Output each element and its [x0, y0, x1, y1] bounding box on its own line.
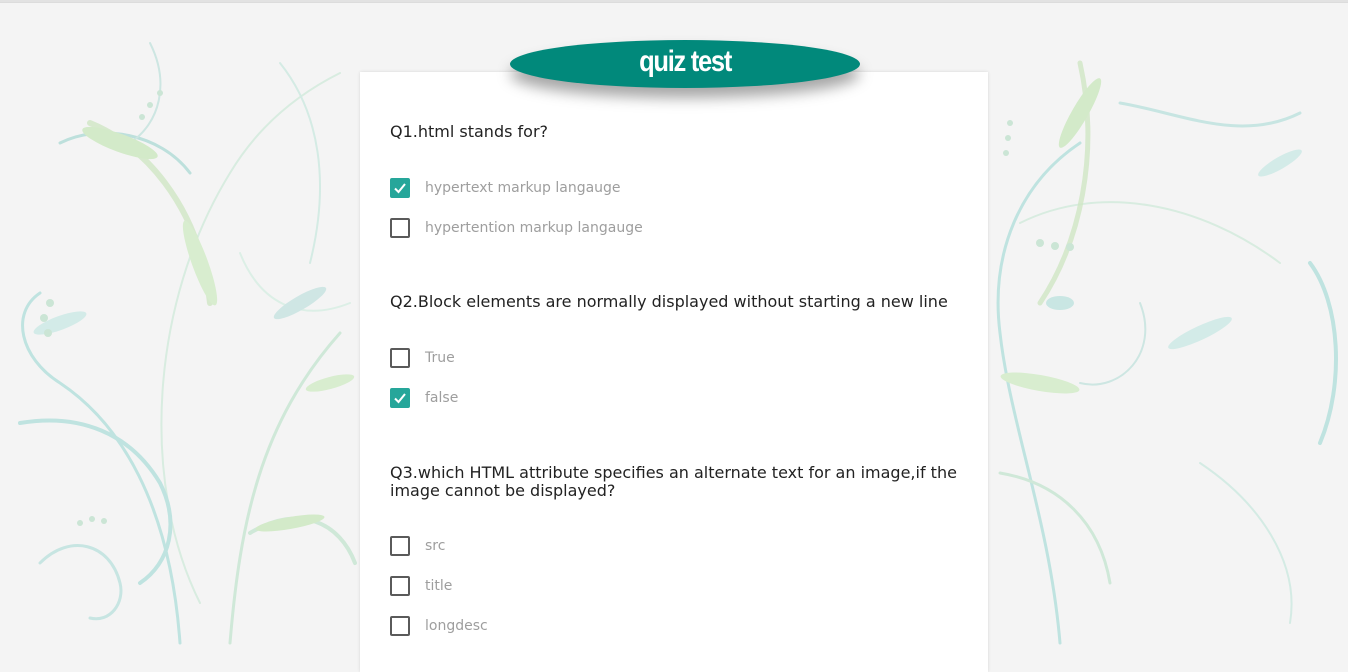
option-label: false: [425, 390, 459, 406]
q2-option-1[interactable]: True: [390, 348, 455, 368]
option-label: hypertention markup langauge: [425, 220, 643, 236]
q3-option-2[interactable]: title: [390, 576, 452, 596]
question-3-text: Q3.which HTML attribute specifies an alt…: [390, 463, 957, 500]
question-1-text: Q1.html stands for?: [390, 122, 549, 141]
checkmark-icon: [394, 183, 406, 194]
option-label: longdesc: [425, 618, 488, 634]
checkmark-icon: [394, 393, 406, 404]
quiz-card: Q1.html stands for? hypertext markup lan…: [360, 72, 988, 672]
quiz-title-banner: quiz test: [510, 40, 860, 88]
page-title: quiz test: [639, 45, 732, 78]
option-label: title: [425, 578, 453, 594]
q3-option-3[interactable]: longdesc: [390, 616, 488, 636]
option-label: True: [425, 350, 455, 366]
option-label: src: [425, 538, 446, 554]
checkbox-checked[interactable]: [390, 388, 410, 408]
q3-option-1[interactable]: src: [390, 536, 445, 556]
question-2-text: Q2.Block elements are normally displayed…: [390, 292, 948, 311]
checkbox-unchecked[interactable]: [390, 536, 410, 556]
checkbox-unchecked[interactable]: [390, 616, 410, 636]
checkbox-unchecked[interactable]: [390, 576, 410, 596]
q2-option-2[interactable]: false: [390, 388, 458, 408]
q1-option-2[interactable]: hypertention markup langauge: [390, 218, 643, 238]
option-label: hypertext markup langauge: [425, 180, 621, 196]
checkbox-checked[interactable]: [390, 178, 410, 198]
checkbox-unchecked[interactable]: [390, 218, 410, 238]
q1-option-1[interactable]: hypertext markup langauge: [390, 178, 621, 198]
checkbox-unchecked[interactable]: [390, 348, 410, 368]
